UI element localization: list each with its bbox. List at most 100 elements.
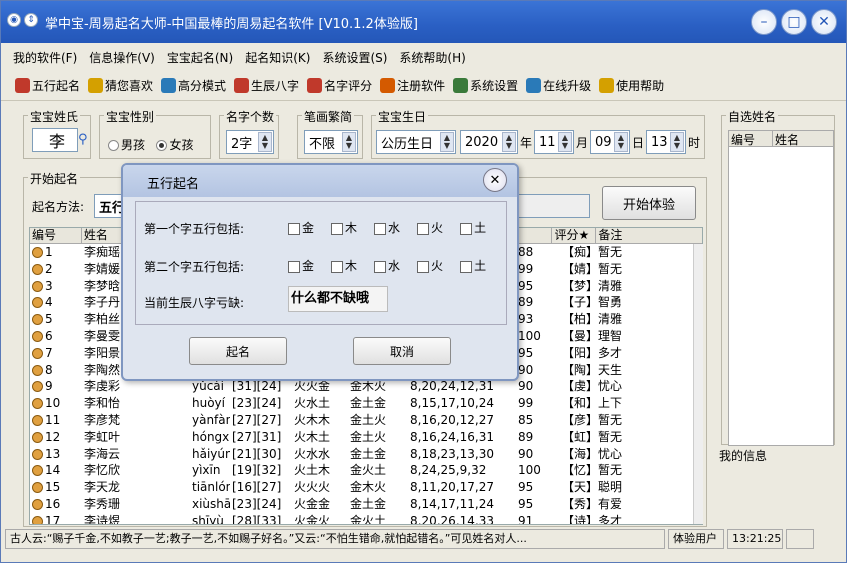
menu-item-1[interactable]: 信息操作(V) [83,45,161,69]
minimize-button[interactable]: – [751,9,777,35]
toolbar-label: 生辰八字 [251,79,300,93]
toolbar-button-2[interactable]: 高分模式 [161,77,226,94]
cell-note: 【天】聪明 [562,480,623,495]
cell-nums: 8,20,26,14,33 [410,513,494,525]
menu-item-3[interactable]: 起名知识(K) [239,45,316,69]
cell-no: 11 [30,412,82,429]
cell-no: 17 [30,513,82,524]
name-ok-button[interactable]: 起名 [189,337,287,365]
first-char-label: 第一个字五行包括: [144,222,245,236]
stroke-select[interactable]: 不限 ▲ ▼ [304,130,358,154]
baby-face-icon [32,381,43,393]
calendar-select[interactable]: 公历生日 ▲ ▼ [376,130,456,154]
cell-no: 15 [30,479,82,496]
day-unit: 日 [632,136,645,150]
status-time: 13:21:25 [727,529,783,549]
toolbar-button-0[interactable]: 五行起名 [15,77,80,94]
cell-name: 李秀珊 [84,496,121,511]
dialog-close-button[interactable]: ✕ [483,168,507,192]
toolbar-button-1[interactable]: 猜您喜欢 [88,77,153,94]
menu-bar: 我的软件(F) 信息操作(V) 宝宝起名(N) 起名知识(K) 系统设置(S) 系统帮助(… [1,45,846,69]
gender-label: 宝宝性别 [104,108,157,125]
day-select[interactable]: 09 ▲ ▼ [590,130,630,154]
app-menu-icon[interactable]: ◉ [7,13,21,27]
count-label: 名字个数 [224,108,277,125]
close-button[interactable]: ✕ [811,9,837,35]
table-row[interactable]: 10 李和怡 huòyí [23][24] 火水土 金土金 8,15,17,10,24 99 【… [30,395,702,412]
menu-item-4[interactable]: 系统设置(S) [316,45,393,69]
row2-element-checkbox[interactable]: 金 [288,257,314,274]
maximize-button[interactable]: □ [781,9,807,35]
col-score[interactable]: 评分★ [552,228,597,243]
female-radio[interactable]: 女孩 [156,138,193,152]
calendar-icon [234,78,250,93]
cell-sx: 金火土 [350,513,387,525]
cell-no: 1 [30,244,82,261]
year-select[interactable]: 2020 ▲ ▼ [460,130,518,154]
toolbar-button-5[interactable]: 注册软件 [380,77,445,94]
cell-py: yìxīn [192,463,221,478]
globe-icon [526,78,542,93]
month-select[interactable]: 11 ▲ ▼ [534,130,574,154]
surname-input[interactable]: 李 [32,128,78,152]
table-row[interactable]: 12李虹叶 hóngxié[27][31] 火木土 金土火 8,16,24,16,31 8… [30,429,702,446]
search-icon[interactable]: ⚲ [78,132,88,147]
cell-br: [21][30] [232,446,282,461]
five-element-dialog: 五行起名 ✕ 第一个字五行包括: 金木水火土 第二个字五行包括: 金木水火土 当… [121,163,519,381]
app-switch-icon[interactable]: ⇕ [24,13,38,27]
start-trial-button[interactable]: 开始体验 [602,186,696,220]
cell-note: 【忆】暂无 [562,463,623,478]
cell-name: 李虹叶 [84,429,121,444]
cell-no: 10 [30,395,82,412]
toolbar-button-7[interactable]: 在线升级 [526,77,591,94]
cell-note: 【诗】多才 [562,513,623,525]
baby-face-icon [32,431,43,443]
table-row[interactable]: 13 李海云 hǎiyún [21][30] 火水水 金土金 8,18,23,13,30 90… [30,446,702,463]
row1-element-checkbox[interactable]: 火 [417,219,443,236]
hour-select[interactable]: 13 ▲ ▼ [646,130,686,154]
cell-no: 7 [30,345,82,362]
second-char-label: 第二个字五行包括: [144,260,245,274]
row2-element-checkbox[interactable]: 土 [460,257,486,274]
menu-item-2[interactable]: 宝宝起名(N) [161,45,239,69]
cell-score: 99 [518,396,534,411]
fav-col-number[interactable]: 编号 [729,131,773,147]
cancel-button[interactable]: 取消 [353,337,451,365]
table-row[interactable]: 11 李彦梵 yànfàn [27][27] 火木木 金土火 8,16,20,12,27 85… [30,412,702,429]
menu-item-5[interactable]: 系统帮助(H) [393,45,471,69]
col-number[interactable]: 编号 [30,228,82,243]
row1-element-checkbox[interactable]: 金 [288,219,314,236]
row2-element-checkbox[interactable]: 火 [417,257,443,274]
col-note[interactable]: 备注 [596,228,702,243]
cell-score: 100 [518,463,541,478]
toolbar-button-6[interactable]: 系统设置 [453,77,518,94]
row1-element-checkbox[interactable]: 木 [331,219,357,236]
table-row[interactable]: 17 李诗煜 shīyù [28][33] 火金火 金火土 8,20,26,14,33 91 【… [30,513,702,525]
toolbar-button-8[interactable]: 使用帮助 [599,77,664,94]
table-row[interactable]: 16李秀珊 xiùshān[23][24] 火金金 金土金 8,14,17,11,24 9… [30,496,702,513]
cell-py: shīyù [192,513,224,525]
cell-no: 4 [30,294,82,311]
table-row[interactable]: 14 李忆欣 yìxīn [19][32] 火土木 金火土 8,24,25,9,32 100 【… [30,462,702,479]
toolbar-button-3[interactable]: 生辰八字 [234,77,299,94]
toolbar-button-4[interactable]: 名字评分 [307,77,372,94]
table-scrollbar[interactable] [693,244,703,524]
count-select[interactable]: 2字 ▲ ▼ [226,130,274,154]
row1-element-checkbox[interactable]: 土 [460,219,486,236]
baby-face-icon [32,482,43,494]
dialog-title-bar: 五行起名 ✕ [123,165,517,197]
cell-py: tiānlóng [192,480,230,495]
cell-note: 【彦】暂无 [562,412,623,427]
cell-score: 91 [518,513,534,525]
stroke-group: 笔画繁简 不限 ▲ ▼ [297,108,363,159]
fav-col-name[interactable]: 姓名 [773,131,799,147]
row2-element-checkbox[interactable]: 木 [331,257,357,274]
table-row[interactable]: 15李天龙 tiānlóng[16][27] 火火火 金木火 8,11,20,17,27… [30,479,702,496]
row2-element-checkbox[interactable]: 水 [374,257,400,274]
cell-score: 95 [518,496,534,511]
cell-nums: 8,18,23,13,30 [410,446,494,461]
menu-item-0[interactable]: 我的软件(F) [7,45,83,69]
male-radio[interactable]: 男孩 [108,138,145,152]
cell-wx: 火木土 [294,429,331,444]
row1-element-checkbox[interactable]: 水 [374,219,400,236]
